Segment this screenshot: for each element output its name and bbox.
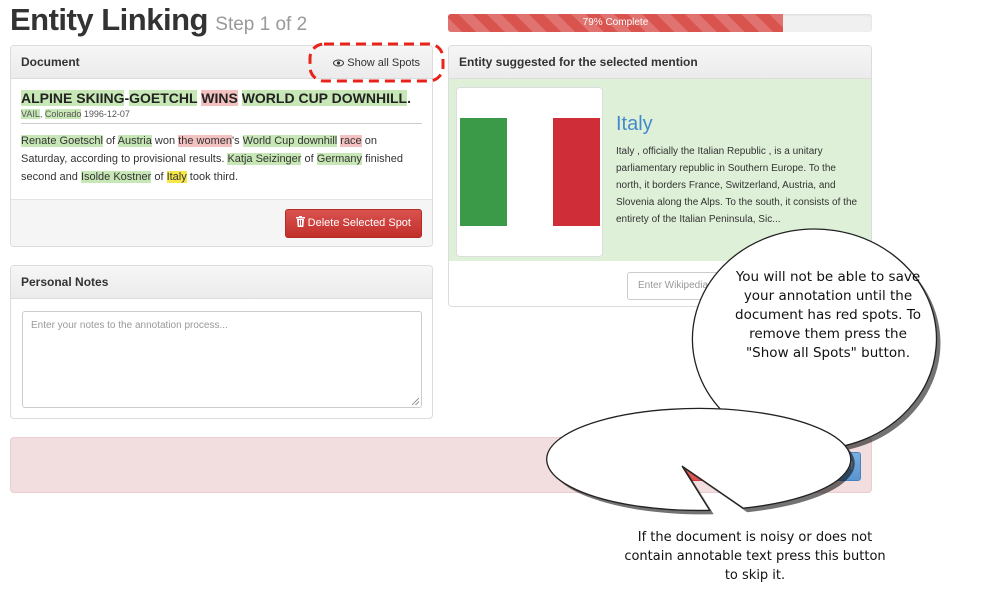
document-title: ALPINE SKIING-GOETCHL WINS WORLD CUP DOW… <box>21 89 422 107</box>
green-spot[interactable]: VAIL <box>21 109 40 119</box>
skip-bad-document-label: Skip Bad Document! <box>632 460 734 472</box>
green-spot[interactable]: WORLD CUP DOWNHILL <box>241 90 408 106</box>
green-spot[interactable]: Isolde Kostner <box>80 171 152 183</box>
step-indicator: Step 1 of 2 <box>215 14 308 35</box>
green-spot[interactable]: Katja Seizinger <box>227 153 302 165</box>
save-annotations-label: Save Annotations! <box>764 460 854 472</box>
plain-text: of <box>301 153 317 165</box>
entity-card: Italy Italy , officially the Italian Rep… <box>449 79 871 261</box>
red-spot[interactable]: WINS <box>201 90 238 106</box>
green-spot[interactable]: ALPINE SKIING <box>21 90 125 106</box>
page-title-main: Entity Linking <box>10 2 208 37</box>
personal-notes-placeholder: Enter your notes to the annotation proce… <box>31 320 228 331</box>
skip-bad-document-button[interactable]: Skip Bad Document! <box>613 452 740 481</box>
plain-text: 1996-12-07 <box>81 109 130 119</box>
flag-stripe-white <box>506 118 554 226</box>
entity-panel-heading: Entity suggested for the selected mentio… <box>449 46 871 79</box>
yellow-spot[interactable]: Italy <box>166 171 187 183</box>
trash-icon <box>295 216 305 227</box>
italy-flag-image <box>460 118 601 226</box>
personal-notes-textarea[interactable]: Enter your notes to the annotation proce… <box>22 311 422 408</box>
red-spot[interactable]: race <box>340 135 362 147</box>
exclamation-circle-icon <box>619 460 630 470</box>
save-annotations-button[interactable]: Save Annotations! <box>744 452 861 481</box>
plain-text: of <box>102 135 118 147</box>
document-text: Renate Goetschl of Austria won the women… <box>21 132 422 186</box>
plain-text: . <box>407 90 411 106</box>
document-panel: Document Show all Spots ALPINE SKIING-GO… <box>10 45 433 247</box>
green-spot[interactable]: Renate Goetschl <box>21 135 103 147</box>
entity-name-link[interactable]: Italy <box>616 113 653 136</box>
plain-text: of <box>151 171 167 183</box>
page-title: Entity Linking Step 1 of 2 <box>10 2 307 38</box>
personal-notes-panel: Personal Notes Enter your notes to the a… <box>10 265 433 419</box>
document-heading-label: Document <box>21 55 80 69</box>
green-spot[interactable]: GOETCHL <box>129 90 198 106</box>
plain-text: 's <box>231 135 243 147</box>
document-dateline: VAIL, Colorado 1996-12-07 <box>21 109 422 124</box>
resize-handle[interactable] <box>412 398 419 405</box>
show-all-spots-label: Show all Spots <box>347 57 420 69</box>
show-all-spots-button[interactable]: Show all Spots <box>333 56 420 70</box>
delete-selected-spot-button[interactable]: Delete Selected Spot <box>284 209 422 238</box>
personal-notes-heading: Personal Notes <box>11 266 432 299</box>
green-spot[interactable]: Germany <box>316 153 363 165</box>
entity-description: Italy , officially the Italian Republic … <box>616 146 858 225</box>
progress-fill: 79% Complete <box>448 14 783 32</box>
eye-icon <box>333 59 345 67</box>
document-panel-footer: Delete Selected Spot <box>11 199 432 246</box>
flag-stripe-red <box>553 118 601 226</box>
skip-callout-text: If the document is noisy or does not con… <box>624 530 886 583</box>
document-panel-heading: Document Show all Spots <box>11 46 432 79</box>
plain-text: won <box>151 135 179 147</box>
green-spot[interactable]: Austria <box>117 135 152 147</box>
entity-image-frame <box>456 87 603 257</box>
save-callout-text: You will not be able to save your annota… <box>735 269 921 361</box>
delete-selected-spot-label: Delete Selected Spot <box>307 217 411 229</box>
green-spot[interactable]: World Cup downhill <box>242 135 338 147</box>
red-spot[interactable]: the women <box>178 135 232 147</box>
document-body: ALPINE SKIING-GOETCHL WINS WORLD CUP DOW… <box>11 79 432 186</box>
green-spot[interactable]: Colorado <box>44 109 82 119</box>
flag-stripe-green <box>460 118 507 226</box>
download-icon <box>751 460 762 470</box>
plain-text: took third. <box>186 171 239 183</box>
progress-bar: 79% Complete <box>448 14 872 32</box>
action-bar: Skip Bad Document! Save Annotations! <box>10 437 872 493</box>
